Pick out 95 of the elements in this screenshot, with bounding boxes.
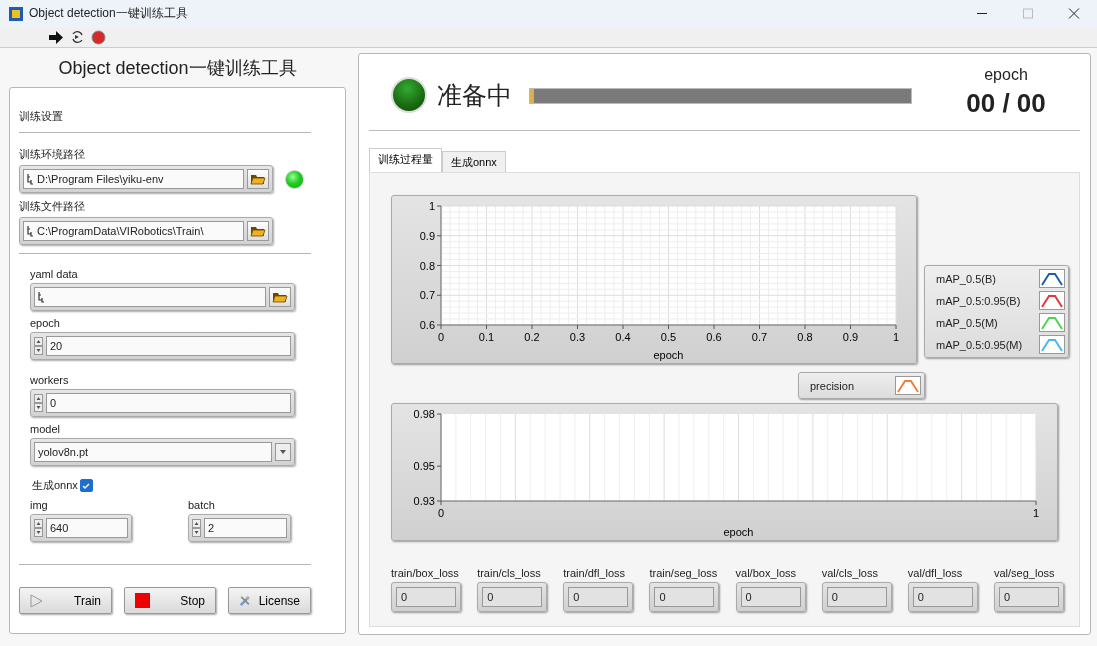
y-tick-label: 0.98 [413,408,435,420]
tab[interactable]: 生成onnx [442,151,506,172]
loss-indicator: 0 [735,582,806,612]
x-axis-title: epoch [653,349,684,361]
x-tick-label: 0.5 [660,331,677,343]
loss-indicator: 0 [907,582,978,612]
spinner-buttons[interactable] [34,519,43,537]
section-label: 训练设置 [19,109,64,124]
loss-label: val/dfl_loss [907,567,963,579]
legend-label: precision [810,379,855,392]
loss-label: train/cls_loss [477,567,541,579]
y-tick-label: 0.6 [419,319,435,331]
x-axis-title: epoch [723,526,754,538]
loss-indicator: 0 [477,582,548,612]
path-icon [27,224,34,238]
action-button[interactable]: License [228,587,311,614]
y-tick-label: 1 [428,200,435,212]
spinner-buttons[interactable] [34,337,43,355]
x-tick-label: 1 [1032,507,1040,519]
loss-indicator: 0 [391,582,461,612]
play-icon [30,593,44,608]
line-style-icon[interactable] [895,376,921,395]
x-tick-label: 0 [437,507,445,519]
loss-indicator: 0 [563,582,634,612]
loss-indicator: 0 [649,582,720,612]
field-label: 训练文件路径 [19,199,86,214]
app-icon [9,6,23,21]
app-title: Object detection一键训练工具 [57,57,298,80]
line-style-icon[interactable] [1039,269,1065,288]
loss-label: val/seg_loss [994,567,1055,579]
model-dropdown[interactable]: yolov8n.pt [30,438,295,466]
field-label: batch [188,499,216,511]
numeric-field[interactable]: 20 [30,332,295,360]
y-tick-label: 0.9 [419,229,435,242]
epoch-label: epoch [984,65,1028,84]
y-tick-label: 0.93 [413,495,435,507]
field-label: 训练环境路径 [19,147,86,162]
stop-icon [135,593,150,608]
x-tick-label: 0.4 [615,331,631,343]
legend-label: mAP_0.5(M) [936,316,998,329]
x-tick-label: 0.8 [797,331,813,343]
window-title: Object detection一键训练工具 [29,5,189,22]
run-continuously-icon[interactable] [70,30,85,44]
x-tick-label: 0.6 [706,331,722,343]
y-tick-label: 0.95 [413,460,435,473]
checkbox[interactable] [79,479,93,492]
run-arrow-icon[interactable] [48,30,64,44]
loss-label: train/box_loss [391,567,459,579]
legend-label: mAP_0.5(B) [936,272,996,285]
legend-label: mAP_0.5:0.95(B) [936,294,1021,307]
loss-label: train/seg_loss [649,567,718,579]
x-tick-label: 0 [437,331,445,343]
x-tick-label: 0.9 [842,331,859,343]
browse-button[interactable] [269,287,291,307]
action-button[interactable]: Train [19,587,112,614]
field-label: epoch [30,317,61,329]
path-field[interactable]: C:\ProgramData\VIRobotics\Train\ [19,217,273,245]
spinner-buttons[interactable] [192,519,201,537]
loss-label: val/cls_loss [821,567,878,579]
line-style-icon[interactable] [1039,335,1065,354]
loss-indicator: 0 [994,582,1064,612]
spinner-buttons[interactable] [34,394,43,412]
abort-icon[interactable] [91,29,106,45]
numeric-field[interactable]: 0 [30,389,295,417]
tab[interactable]: 训练过程量 [369,148,442,172]
browse-button[interactable] [247,221,269,241]
x-tick-label: 0.3 [569,331,586,343]
numeric-field[interactable]: 2 [188,514,291,542]
x-tick-label: 1 [892,331,900,343]
epoch-counter: 00 / 00 [966,87,1046,119]
action-button[interactable]: Stop [124,587,216,614]
numeric-field[interactable]: 640 [30,514,132,542]
x-tick-label: 0.2 [524,331,540,343]
loss-label: train/dfl_loss [563,567,626,579]
field-label: yaml data [30,268,79,280]
field-label: img [30,499,49,511]
loss-indicator: 0 [821,582,892,612]
y-tick-label: 0.8 [419,259,435,272]
field-label: model [30,423,61,435]
x-tick-label: 0.1 [478,331,495,343]
loss-label: val/box_loss [735,567,797,579]
line-style-icon[interactable] [1039,313,1065,332]
browse-button[interactable] [247,169,269,189]
x-tick-label: 0.7 [751,331,768,343]
path-icon [38,290,45,304]
legend-label: mAP_0.5:0.95(M) [936,338,1023,351]
path-icon [27,172,34,186]
check-icon [82,482,91,489]
path-field[interactable]: D:\Program Files\yiku-env [19,165,273,193]
y-tick-label: 0.7 [419,289,435,302]
line-style-icon[interactable] [1039,291,1065,310]
checkbox-label: 生成onnx [32,478,78,493]
path-field[interactable] [30,283,295,311]
field-label: workers [30,374,70,386]
status-text: 准备中 [437,79,513,111]
